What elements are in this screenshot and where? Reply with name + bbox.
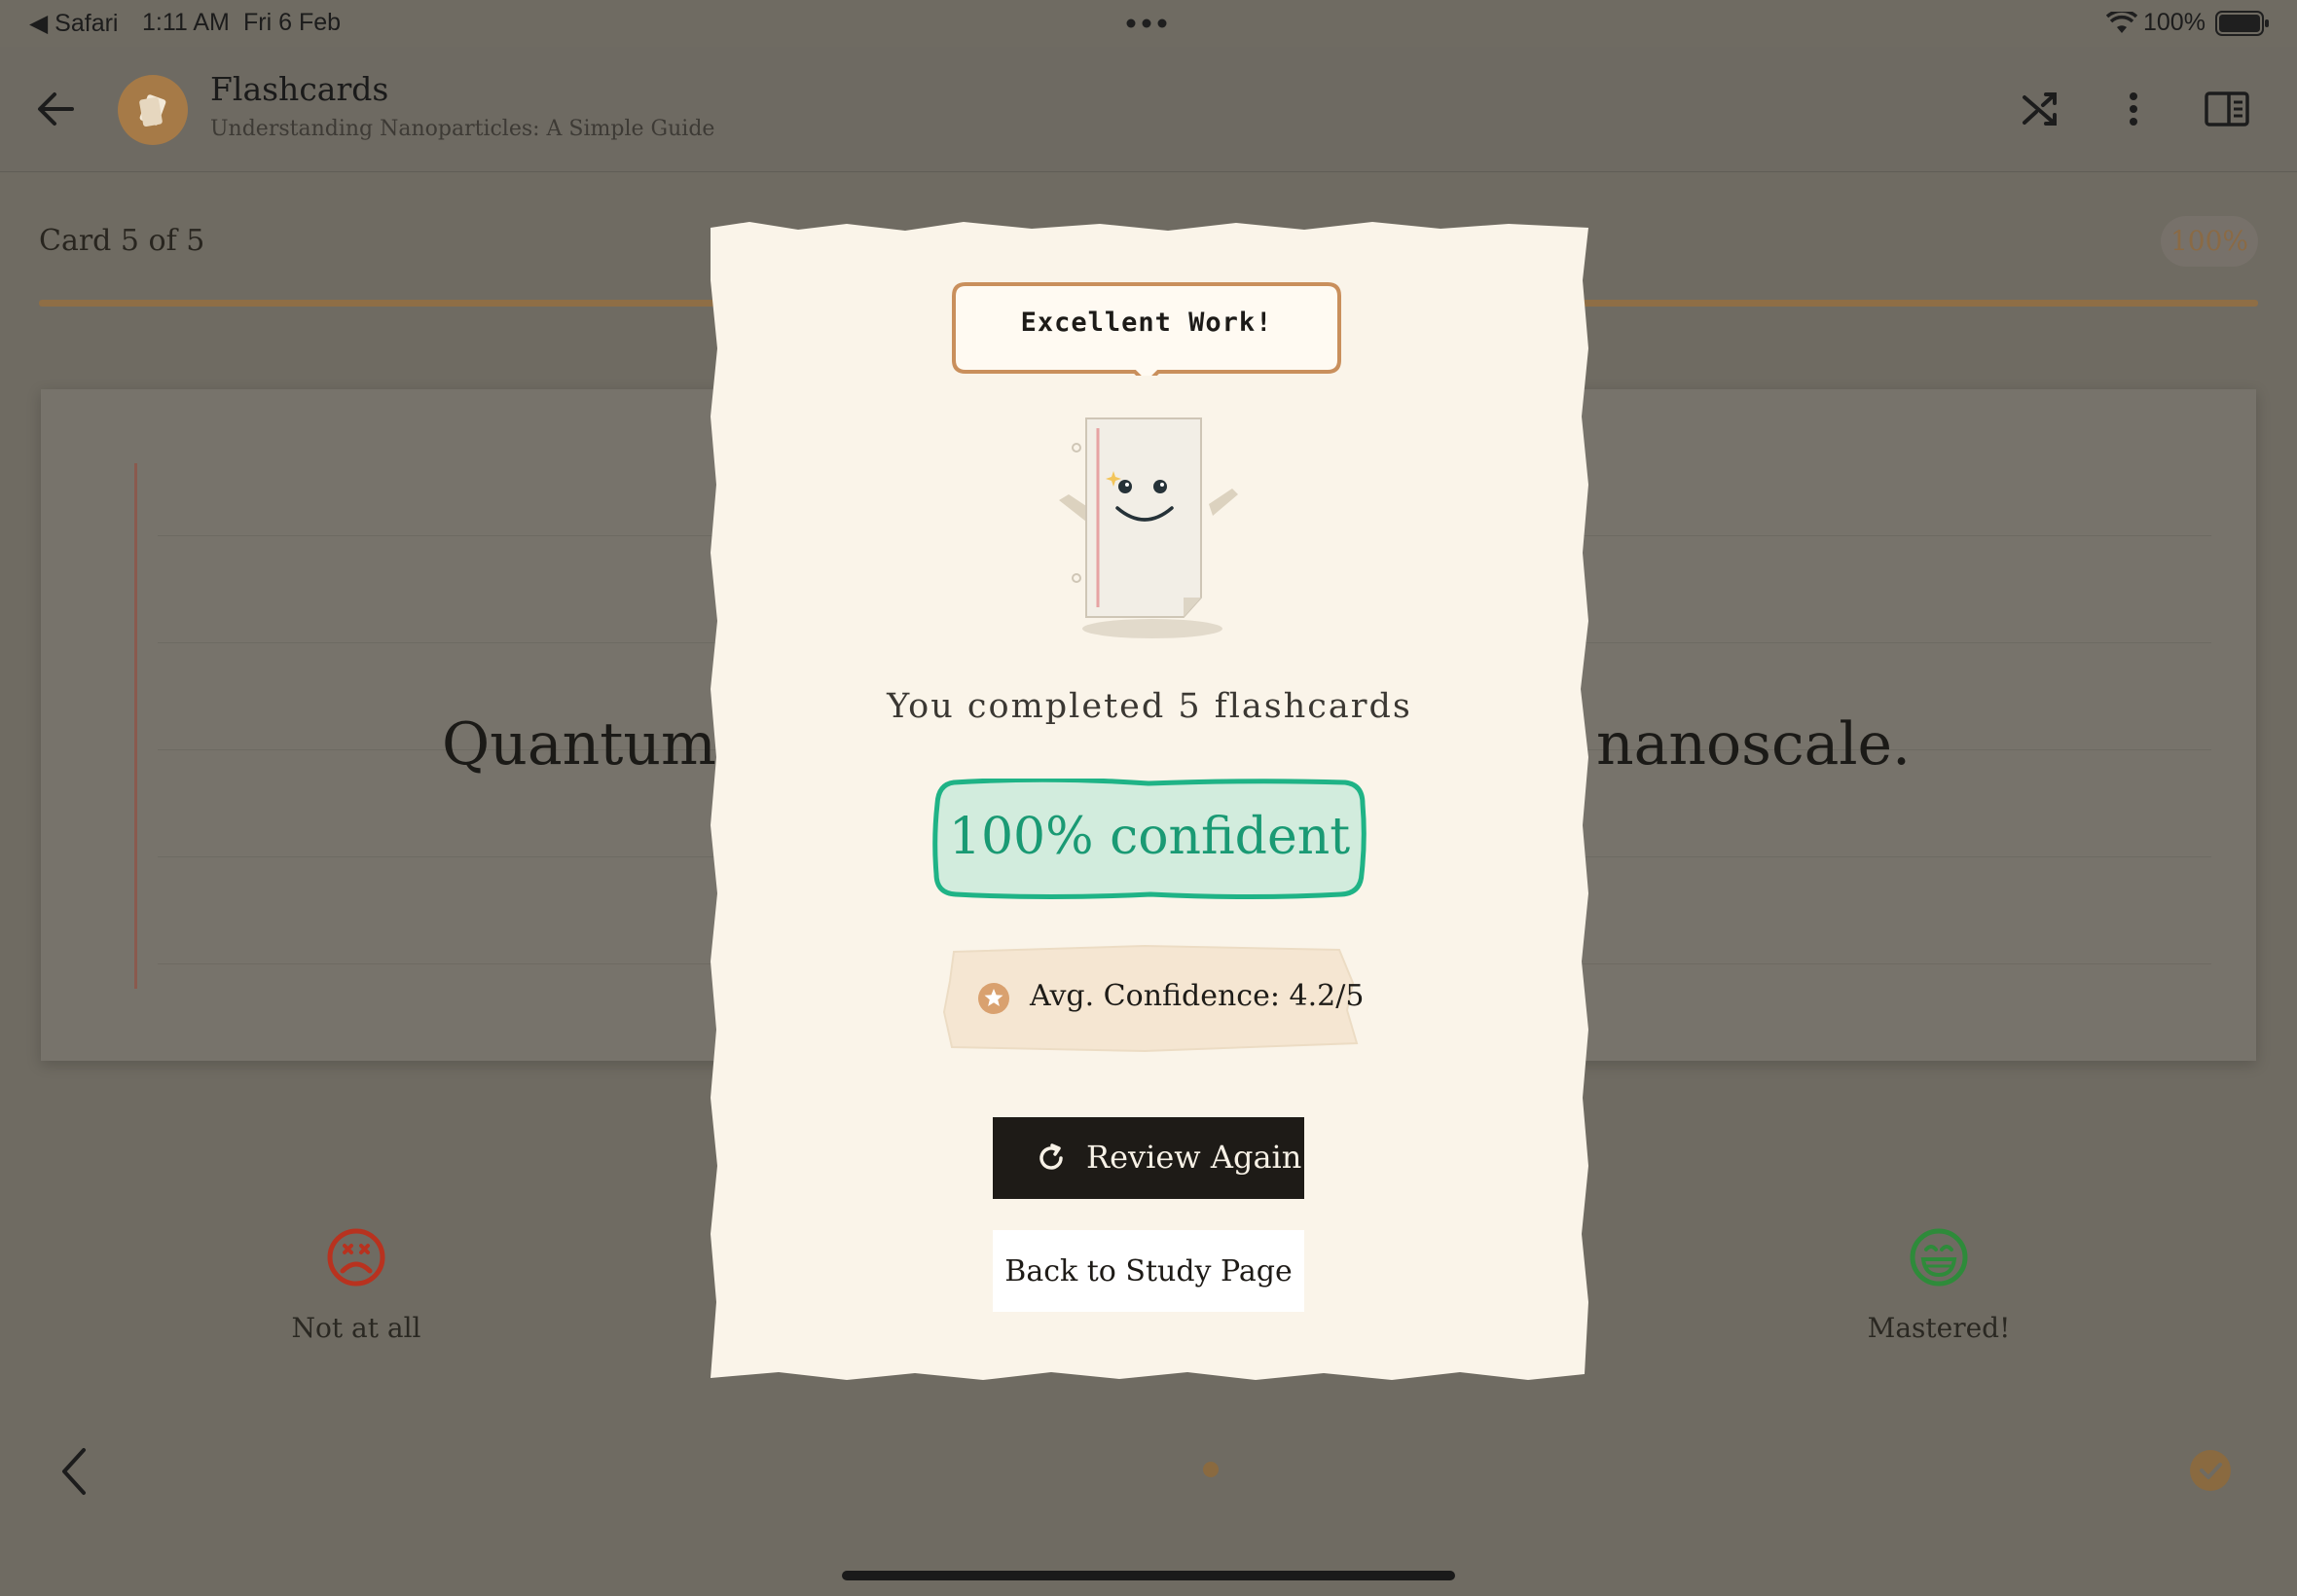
star-icon (978, 983, 1009, 1014)
frown-face-icon (327, 1228, 385, 1287)
multitask-dots-icon[interactable] (1125, 18, 1168, 29)
page-title: Flashcards (210, 70, 389, 108)
sidebar-toggle-icon[interactable] (2204, 86, 2250, 132)
shuffle-icon[interactable] (2017, 86, 2063, 132)
more-vertical-icon[interactable] (2110, 86, 2157, 132)
deck-avatar (118, 75, 188, 145)
avg-confidence-text: Avg. Confidence: 4.2/5 (1030, 979, 1365, 1013)
battery-icon (2215, 11, 2269, 36)
battery-percent: 100% (2143, 9, 2206, 36)
back-arrow-icon[interactable] (29, 82, 84, 136)
check-icon[interactable] (2190, 1450, 2231, 1491)
card-margin-line (134, 463, 137, 989)
page-subtitle: Understanding Nanoparticles: A Simple Gu… (210, 117, 715, 141)
paper-mascot-icon (1059, 417, 1238, 638)
grinning-face-icon (1910, 1228, 1968, 1287)
wifi-icon (2106, 12, 2137, 33)
speech-bubble-text: Excellent Work! (1020, 308, 1273, 338)
confidence-badge-text: 100% confident (948, 808, 1351, 866)
progress-percent-badge: 100% (2161, 216, 2258, 267)
card-counter: Card 5 of 5 (39, 224, 205, 258)
app-header: Flashcards Understanding Nanoparticles: … (0, 47, 2297, 172)
status-bar: ◀ Safari 1:11 AM Fri 6 Feb 100% (0, 0, 2297, 47)
review-again-label: Review Again (1086, 1139, 1302, 1176)
review-again-button[interactable]: Review Again (993, 1117, 1304, 1199)
rating-mastered[interactable]: Mastered! (1822, 1226, 2056, 1344)
completion-dialog: Excellent Work! You completed 5 flashcar… (711, 222, 1588, 1380)
home-indicator (842, 1571, 1455, 1580)
rating-label: Not at all (291, 1312, 421, 1344)
rating-not-at-all[interactable]: Not at all (239, 1226, 473, 1344)
status-time: 1:11 AM (142, 9, 230, 36)
previous-card-icon[interactable] (55, 1444, 93, 1499)
page-indicator-dot (1203, 1462, 1219, 1477)
back-to-study-page-button[interactable]: Back to Study Page (993, 1230, 1304, 1312)
completed-summary: You completed 5 flashcards (887, 687, 1412, 726)
refresh-icon (1039, 1143, 1063, 1170)
rating-label: Mastered! (1867, 1312, 2011, 1344)
flashcard-stack-icon (139, 94, 166, 127)
back-to-safari[interactable]: ◀ Safari (29, 9, 118, 38)
status-date: Fri 6 Feb (243, 9, 342, 36)
card-text-continued: nanoscale. (1596, 710, 1912, 779)
